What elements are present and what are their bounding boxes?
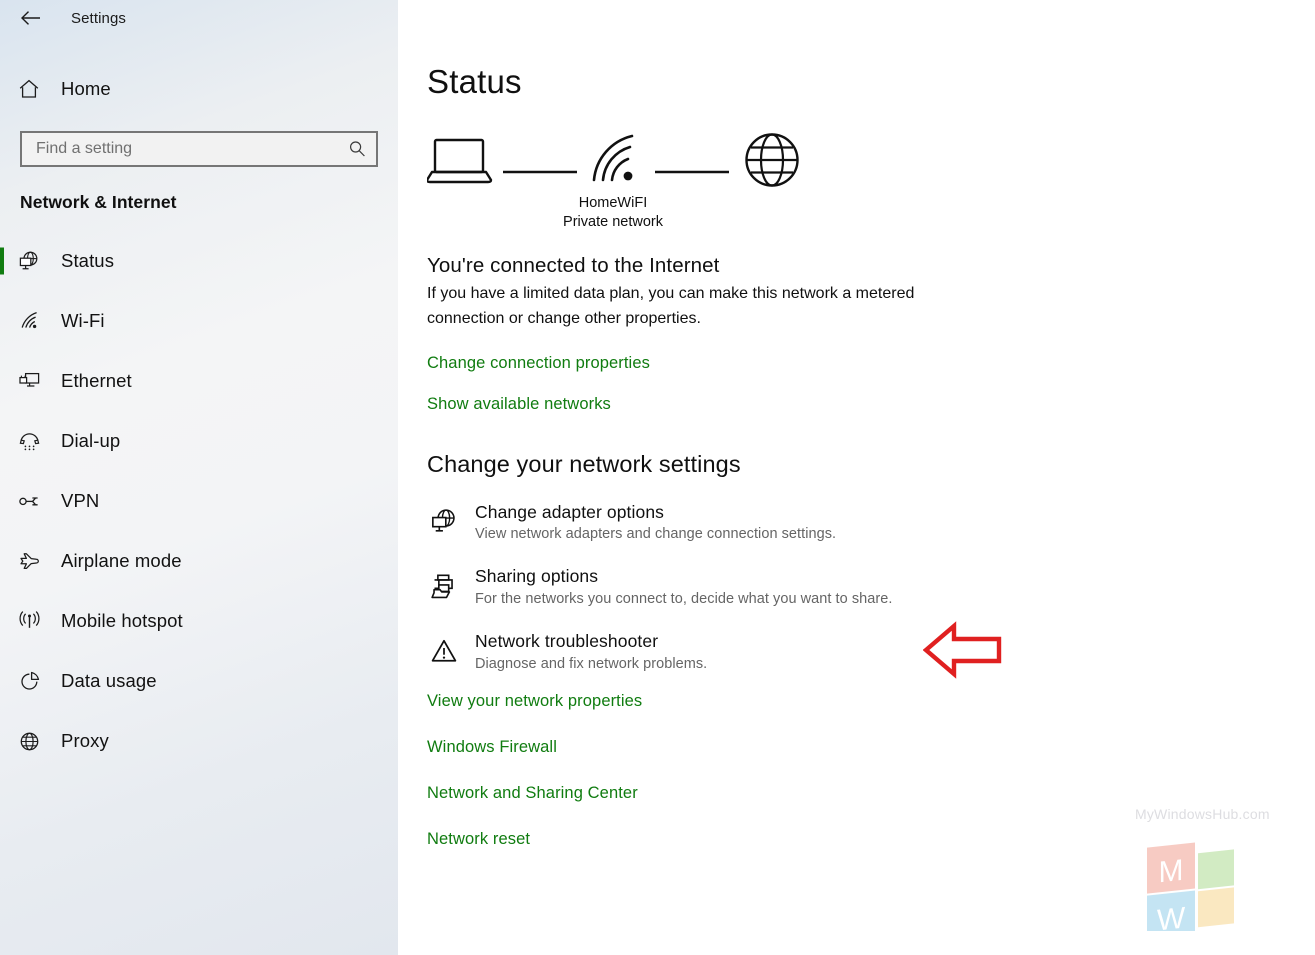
page-title: Status	[427, 63, 522, 100]
sidebar-nav-list: Status Wi-Fi Ethernet Dial-up VPN Airpla…	[0, 231, 398, 771]
app-title: Settings	[71, 9, 126, 27]
option-sharing-options[interactable]: Sharing options For the networks you con…	[427, 566, 1315, 607]
option-title: Network troubleshooter	[475, 631, 659, 652]
airplane-icon	[12, 549, 46, 574]
bottom-link-list: View your network properties Windows Fir…	[427, 692, 1315, 849]
link-change-connection-properties[interactable]: Change connection properties	[427, 354, 650, 373]
ethernet-icon	[12, 369, 46, 394]
globe-monitor-icon	[12, 249, 46, 274]
wifi-signal-icon	[592, 134, 634, 182]
globe-icon	[12, 729, 46, 754]
sidebar-item-label: Mobile hotspot	[61, 610, 183, 631]
network-type: Private network	[563, 214, 663, 231]
home-icon	[12, 77, 46, 101]
option-title: Change adapter options	[475, 501, 665, 522]
option-network-troubleshooter[interactable]: Network troubleshooter Diagnose and fix …	[427, 631, 1315, 672]
warning-triangle-icon	[427, 631, 461, 666]
network-name: HomeWiFI	[578, 195, 648, 211]
sidebar-item-status[interactable]: Status	[0, 231, 398, 291]
vpn-icon	[12, 489, 46, 514]
search-input[interactable]	[36, 140, 346, 158]
globe-monitor-icon	[427, 502, 461, 537]
option-title: Sharing options	[475, 566, 599, 587]
back-arrow-icon	[21, 11, 40, 25]
sidebar-item-label: VPN	[61, 490, 100, 511]
link-view-your-network-properties[interactable]: View your network properties	[427, 692, 1315, 711]
network-labels: HomeWiFI Private network	[427, 194, 799, 232]
sidebar-category-title: Network & Internet	[20, 192, 177, 212]
sidebar-item-label: Proxy	[61, 730, 109, 751]
sidebar-item-dial-up[interactable]: Dial-up	[0, 411, 398, 471]
network-diagram: HomeWiFI Private network	[425, 132, 827, 232]
main-content: Status HomeWiFI Private network You're c…	[398, 0, 1315, 955]
sidebar-item-wi-fi[interactable]: Wi-Fi	[0, 291, 398, 351]
sidebar-item-label: Status	[61, 250, 115, 271]
search-container	[0, 131, 398, 167]
settings-window: Settings Home Netwo	[0, 0, 1315, 955]
title-bar: Settings	[0, 0, 398, 36]
dialup-phone-icon	[12, 429, 46, 454]
network-diagram-graphic	[425, 133, 799, 187]
sidebar-item-label: Dial-up	[61, 430, 121, 451]
option-subtitle: View network adapters and change connect…	[475, 526, 837, 543]
sidebar-item-ethernet[interactable]: Ethernet	[0, 351, 398, 411]
globe-icon	[745, 133, 799, 187]
option-subtitle: Diagnose and fix network problems.	[475, 656, 708, 673]
link-network-reset[interactable]: Network reset	[427, 830, 1315, 849]
link-windows-firewall[interactable]: Windows Firewall	[427, 738, 1315, 757]
sidebar-item-label: Wi-Fi	[61, 310, 105, 331]
sidebar-item-airplane-mode[interactable]: Airplane mode	[0, 531, 398, 591]
pie-chart-icon	[12, 669, 46, 694]
sidebar-item-data-usage[interactable]: Data usage	[0, 651, 398, 711]
link-row-show-available-networks: Show available networks	[427, 395, 1315, 414]
link-row-change-connection-properties: Change connection properties	[427, 354, 1315, 373]
sidebar-item-vpn[interactable]: VPN	[0, 471, 398, 531]
sidebar-item-label: Airplane mode	[61, 550, 182, 571]
option-subtitle: For the networks you connect to, decide …	[475, 591, 893, 608]
link-network-and-sharing-center[interactable]: Network and Sharing Center	[427, 784, 1315, 803]
back-button[interactable]	[14, 3, 48, 33]
sidebar-item-home[interactable]: Home	[0, 69, 398, 109]
svg-text:W: W	[1157, 902, 1186, 931]
laptop-icon	[425, 138, 493, 184]
sidebar-item-label-home: Home	[61, 78, 111, 99]
svg-text:M: M	[1159, 854, 1184, 890]
hotspot-icon	[12, 609, 46, 634]
wifi-icon	[12, 309, 46, 334]
link-show-available-networks[interactable]: Show available networks	[427, 395, 611, 414]
sidebar-item-proxy[interactable]: Proxy	[0, 711, 398, 771]
search-icon[interactable]	[346, 138, 368, 160]
sidebar-item-label: Ethernet	[61, 370, 132, 391]
connection-status-description: If you have a limited data plan, you can…	[427, 285, 915, 327]
search-box[interactable]	[20, 131, 378, 167]
selection-indicator	[0, 247, 4, 275]
option-change-adapter-options[interactable]: Change adapter options View network adap…	[427, 501, 1315, 543]
connection-status-heading: You're connected to the Internet	[427, 254, 720, 277]
section-heading-network-settings: Change your network settings	[427, 450, 741, 477]
sidebar-item-label: Data usage	[61, 670, 157, 691]
printer-folder-icon	[427, 566, 461, 601]
sidebar: Settings Home Netwo	[0, 0, 398, 955]
sidebar-item-mobile-hotspot[interactable]: Mobile hotspot	[0, 591, 398, 651]
